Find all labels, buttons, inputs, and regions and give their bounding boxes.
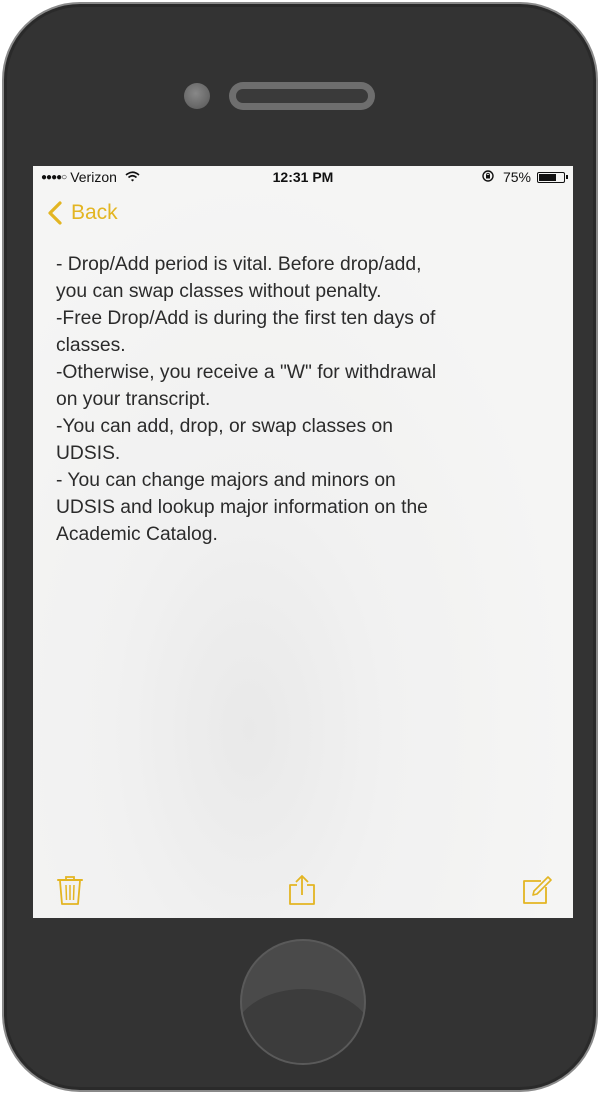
screen: ●●●●○ Verizon 12:31 PM 75% Back - Drop/A… (33, 166, 573, 918)
note-body[interactable]: - Drop/Add period is vital. Before drop/… (56, 251, 556, 548)
home-button[interactable] (242, 941, 364, 1063)
note-line: you can swap classes without penalty. (56, 281, 382, 302)
note-line: -You can add, drop, or swap classes on (56, 416, 393, 437)
note-line: classes. (56, 335, 126, 356)
chevron-left-icon (48, 201, 62, 225)
share-icon (289, 875, 315, 905)
earpiece-speaker (229, 82, 375, 110)
note-line: - Drop/Add period is vital. Before drop/… (56, 254, 422, 275)
battery-percentage: 75% (502, 169, 531, 185)
note-line: UDSIS. (56, 443, 121, 464)
back-label: Back (71, 201, 118, 224)
trash-icon (57, 876, 83, 905)
note-line: UDSIS and lookup major information on th… (56, 497, 428, 518)
battery-icon (537, 171, 568, 183)
battery-fill (539, 173, 556, 181)
status-bar: ●●●●○ Verizon 12:31 PM 75% (33, 166, 573, 188)
delete-button[interactable] (55, 874, 87, 908)
share-button[interactable] (287, 874, 319, 908)
back-button[interactable]: Back (45, 200, 118, 226)
compose-button[interactable] (521, 874, 553, 908)
status-bar-right: 75% (481, 169, 568, 185)
note-line: on your transcript. (56, 389, 211, 410)
note-line: - You can change majors and minors on (56, 470, 396, 491)
compose-icon (523, 876, 552, 904)
note-line: Academic Catalog. (56, 524, 218, 545)
note-line: -Otherwise, you receive a "W" for withdr… (56, 362, 437, 383)
rotation-lock-icon (481, 169, 495, 185)
front-camera (184, 83, 210, 109)
note-line: -Free Drop/Add is during the first ten d… (56, 308, 436, 329)
phone-frame: ●●●●○ Verizon 12:31 PM 75% Back - Drop/A… (2, 2, 598, 1092)
